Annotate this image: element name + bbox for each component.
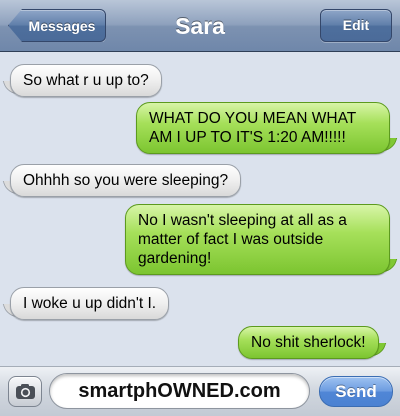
back-to-messages-button[interactable]: Messages xyxy=(8,9,106,42)
outgoing-message: WHAT DO YOU MEAN WHAT AM I UP TO IT'S 1:… xyxy=(136,102,390,154)
incoming-message: Ohhhh so you were sleeping? xyxy=(10,164,242,197)
incoming-message: So what r u up to? xyxy=(10,64,162,97)
navigation-bar: Messages Sara Edit xyxy=(0,0,400,52)
outgoing-message: No shit sherlock! xyxy=(238,326,379,359)
message-input[interactable]: smartphOWNED.com xyxy=(49,373,310,409)
camera-button[interactable] xyxy=(8,376,42,407)
conversation-title: Sara xyxy=(175,13,225,39)
send-button[interactable]: Send xyxy=(319,376,393,407)
edit-button[interactable]: Edit xyxy=(320,9,392,42)
incoming-message: I woke u up didn't I. xyxy=(10,287,170,320)
outgoing-message: No I wasn't sleeping at all as a matter … xyxy=(125,204,390,275)
composer-bar: smartphOWNED.com Send xyxy=(0,366,400,416)
camera-icon xyxy=(16,384,35,399)
